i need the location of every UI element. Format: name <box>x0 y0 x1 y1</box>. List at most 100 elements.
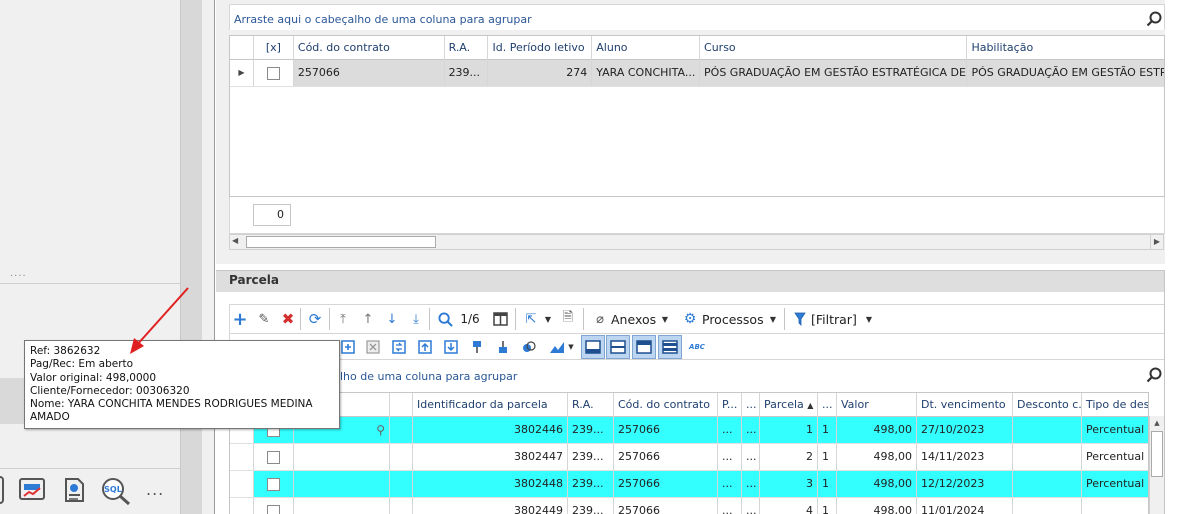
chart-dropdown-icon[interactable]: ▼ <box>566 336 576 358</box>
first-record-icon[interactable]: ⤒ <box>335 306 351 332</box>
edit-icon[interactable]: ✎ <box>256 306 272 332</box>
filter-icon[interactable] <box>792 306 808 332</box>
search-icon-2[interactable] <box>1146 367 1162 383</box>
col-desconto[interactable]: Desconto c... <box>1013 393 1082 417</box>
table-row[interactable]: 3802448 239... 257066 ... ... 3 1 498,00… <box>230 471 1148 498</box>
cell-periodo: 274 <box>488 60 593 86</box>
search-records-icon[interactable] <box>436 306 454 332</box>
cell-desconto <box>1013 471 1082 497</box>
export-dropdown-icon[interactable]: ▼ <box>543 306 553 332</box>
cell-vencimento: 27/10/2023 <box>917 417 1013 443</box>
col-aluno[interactable]: Aluno <box>592 36 701 60</box>
col-ra[interactable]: R.A. <box>445 36 489 60</box>
col-curso[interactable]: Curso <box>700 36 968 60</box>
document-icon[interactable]: 🗎 <box>560 306 576 332</box>
row-checkbox[interactable] <box>253 60 294 86</box>
col-tipo-desconto[interactable]: Tipo de desconto <box>1082 393 1148 417</box>
scroll-thumb[interactable] <box>246 236 436 248</box>
col-habilitacao[interactable]: Habilitação <box>967 36 1164 60</box>
col-x[interactable]: ... <box>742 393 760 417</box>
left-pane-bottom-divider <box>0 468 180 469</box>
scroll-thumb-vertical[interactable] <box>1151 431 1163 477</box>
col-identificador[interactable]: Identificador da parcela <box>413 393 568 417</box>
shapes-icon[interactable] <box>521 336 537 358</box>
more-icon[interactable]: ... <box>146 480 164 499</box>
refresh-icon[interactable]: ⟳ <box>306 306 324 332</box>
processos-button[interactable]: Processos <box>702 306 768 332</box>
col-y[interactable]: ... <box>818 393 837 417</box>
pin-down-icon[interactable] <box>495 336 511 358</box>
col-ra-2[interactable]: R.A. <box>568 393 614 417</box>
table-row[interactable]: 3802447 239... 257066 ... ... 2 1 498,00… <box>230 444 1148 471</box>
export-icon[interactable]: ⇱ <box>522 306 540 332</box>
section-header <box>216 270 1177 292</box>
add-icon[interactable]: + <box>232 306 248 332</box>
col-cod-contrato[interactable]: Cód. do contrato <box>294 36 445 60</box>
expand-icon[interactable] <box>340 336 356 358</box>
row-count: 0 <box>253 204 291 226</box>
columns-icon[interactable] <box>491 306 509 332</box>
next-record-icon[interactable]: ↓ <box>384 306 400 332</box>
move-icon[interactable] <box>391 336 407 358</box>
col-vencimento[interactable]: Dt. vencimento <box>917 393 1013 417</box>
vertical-scrollbar[interactable]: ▲ <box>1149 416 1164 514</box>
chart-icon[interactable] <box>548 336 566 358</box>
pane-splitter[interactable] <box>180 0 202 514</box>
layout-bands-icon[interactable] <box>658 335 682 359</box>
table-row[interactable]: ▶ 257066 239... 274 YARA CONCHITA... PÓS… <box>230 60 1164 87</box>
left-pane-grip[interactable]: .... <box>10 268 27 279</box>
filtrar-button[interactable]: [Filtrar] <box>811 306 861 332</box>
search-icon[interactable] <box>1146 11 1162 27</box>
layout-top-icon[interactable] <box>581 335 605 359</box>
cell-y: 1 <box>818 471 837 497</box>
col-p[interactable]: P... <box>718 393 742 417</box>
horizontal-scrollbar[interactable]: ◀ ▶ <box>229 234 1164 250</box>
report-chart-icon[interactable] <box>18 476 46 504</box>
cell-parcela: 1 <box>760 417 818 443</box>
panel-border <box>1164 270 1165 514</box>
sql-search-icon[interactable]: SQL <box>100 476 132 506</box>
document-chart-icon[interactable] <box>60 476 88 504</box>
previous-record-icon[interactable]: ↑ <box>360 306 376 332</box>
col-contrato-2[interactable]: Cód. do contrato <box>614 393 718 417</box>
cell-contrato: 257066 <box>614 471 718 497</box>
col-blank[interactable] <box>390 393 413 417</box>
clear-icon[interactable] <box>365 336 381 358</box>
tooltip-valor: Valor original: 498,0000 <box>30 371 157 384</box>
filtrar-dropdown-icon[interactable]: ▼ <box>864 306 874 332</box>
processos-dropdown-icon[interactable]: ▼ <box>768 306 778 332</box>
spellcheck-icon[interactable]: ABC <box>686 336 708 358</box>
table-row[interactable]: 3802449 239... 257066 ... ... 4 1 498,00… <box>230 498 1148 514</box>
paperclip-icon[interactable]: ⌀ <box>592 306 608 332</box>
scroll-up-icon[interactable]: ▲ <box>1151 416 1163 430</box>
right-margin <box>1165 0 1177 514</box>
move-bottom-icon[interactable] <box>443 336 459 358</box>
layout-header-icon[interactable] <box>632 335 656 359</box>
cell-icon <box>294 471 390 497</box>
contract-grid-header: [x] Cód. do contrato R.A. Id. Período le… <box>230 36 1164 60</box>
anexos-dropdown-icon[interactable]: ▼ <box>660 306 670 332</box>
row-checkbox[interactable] <box>254 498 294 514</box>
cell-contrato: 257066 <box>614 417 718 443</box>
scroll-right-icon[interactable]: ▶ <box>1150 235 1163 249</box>
col-parcela[interactable]: Parcela ▲ <box>760 393 818 417</box>
col-valor[interactable]: Valor <box>837 393 917 417</box>
cell-tipo <box>1082 498 1148 514</box>
col-select[interactable]: [x] <box>254 36 294 60</box>
delete-icon[interactable]: ✖ <box>280 306 296 332</box>
col-periodo[interactable]: Id. Período letivo <box>488 36 593 60</box>
row-checkbox[interactable] <box>254 444 294 470</box>
anexos-button[interactable]: Anexos <box>611 306 656 332</box>
table-row[interactable]: ⚲ 3802446 239... 257066 ... ... 1 1 498,… <box>230 417 1148 444</box>
cell-p: ... <box>718 471 742 497</box>
gear-icon[interactable]: ⚙ <box>682 306 698 332</box>
scroll-left-icon[interactable]: ◀ <box>232 236 238 245</box>
row-checkbox[interactable] <box>254 471 294 497</box>
row-indicator <box>230 471 254 497</box>
pin-icon[interactable] <box>469 336 485 358</box>
cell-vencimento: 12/12/2023 <box>917 471 1013 497</box>
last-record-icon[interactable]: ⤓ <box>408 306 424 332</box>
layout-split-icon[interactable] <box>606 335 630 359</box>
move-top-icon[interactable] <box>417 336 433 358</box>
partial-icon[interactable] <box>0 476 4 504</box>
